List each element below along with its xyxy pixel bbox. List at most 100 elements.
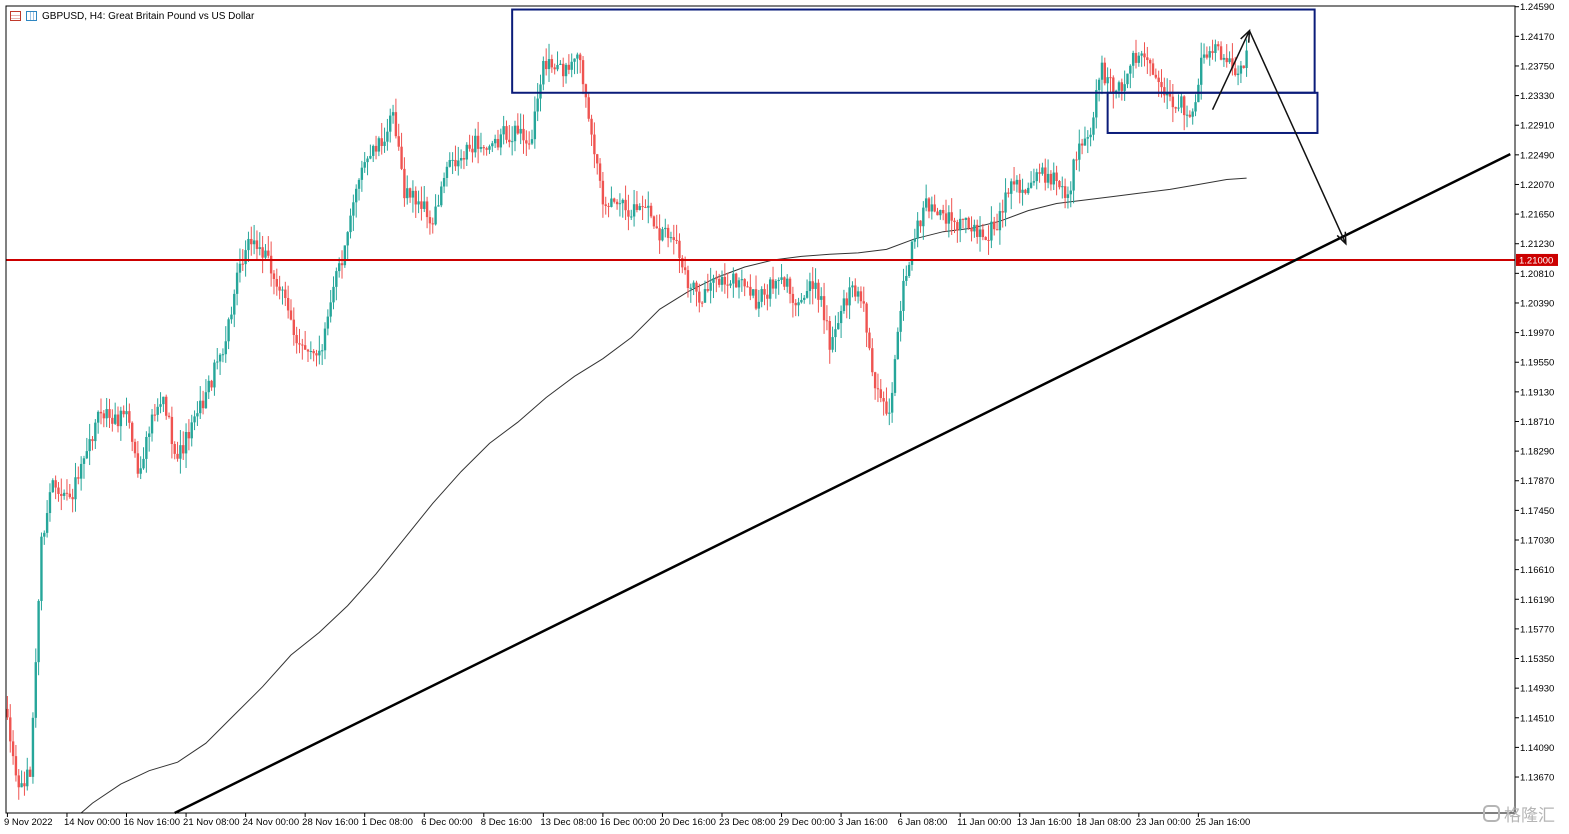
candle-body <box>196 413 199 417</box>
candle-body <box>411 190 415 198</box>
candle-body <box>445 166 449 178</box>
candle-body <box>408 188 412 198</box>
x-tick-label: 8 Dec 16:00 <box>481 817 532 828</box>
candle-body <box>326 316 330 329</box>
candle-body <box>295 334 298 344</box>
candle-body <box>1123 84 1126 91</box>
candle-body <box>230 314 233 320</box>
candle-body <box>281 289 284 291</box>
candle-body <box>261 247 264 258</box>
candle <box>734 272 738 288</box>
candle-body <box>77 477 80 479</box>
candle-body <box>1157 77 1160 83</box>
candle-body <box>754 289 758 309</box>
candle-body <box>1072 159 1075 191</box>
candle-body <box>303 345 307 350</box>
candle-body <box>1021 189 1024 193</box>
candle-body <box>233 293 236 315</box>
y-tick-label: 1.23330 <box>1520 91 1554 102</box>
candle-body <box>343 245 347 266</box>
candle-body <box>939 209 942 216</box>
candle-body <box>927 198 931 212</box>
candle-body <box>885 401 888 414</box>
candle-body <box>1174 107 1177 109</box>
candle-body <box>902 280 905 311</box>
candle-body <box>780 277 783 280</box>
candle-body <box>1018 179 1021 193</box>
candle-body <box>201 400 205 409</box>
candle-body <box>113 414 117 424</box>
candle-body <box>604 204 607 206</box>
candle-body <box>71 497 74 500</box>
candle-body <box>720 276 724 285</box>
candle-body <box>91 439 94 442</box>
candle-body <box>440 186 443 206</box>
y-tick-label: 1.17450 <box>1520 506 1554 517</box>
candle-body <box>45 513 49 533</box>
candle-body <box>669 237 673 239</box>
candle-body <box>391 112 395 116</box>
candle-body <box>1242 65 1245 68</box>
candle-body <box>241 263 244 265</box>
candle-body <box>139 468 142 474</box>
candle-body <box>615 201 619 205</box>
candle-body <box>247 238 250 251</box>
y-tick-label: 1.21230 <box>1520 239 1554 250</box>
candle-body <box>573 58 576 62</box>
chart-header: GBPUSD, H4: Great Britain Pound vs US Do… <box>10 9 254 23</box>
candle-body <box>873 372 877 389</box>
candle <box>896 327 900 360</box>
candle-body <box>1168 93 1172 97</box>
candle-body <box>777 279 780 281</box>
candle-body <box>964 217 968 220</box>
candle-body <box>851 285 854 288</box>
candle-body <box>199 400 202 414</box>
candle-body <box>264 250 267 258</box>
price-chart[interactable]: 1.24590 1.24170 1.23750 1.23330 1.22910 1.224… <box>0 0 1569 834</box>
candle-body <box>613 198 616 202</box>
y-tick-label: 1.14090 <box>1520 743 1554 754</box>
candle-body <box>1131 52 1135 66</box>
candle-body <box>783 277 786 287</box>
candle-body <box>876 388 880 390</box>
x-tick-label: 13 Jan 16:00 <box>1017 817 1072 828</box>
candle-body <box>1058 180 1061 188</box>
candle-body <box>372 145 375 156</box>
candle-body <box>803 297 806 300</box>
candle-body <box>252 240 256 245</box>
candle-body <box>213 362 216 388</box>
candle-body <box>950 212 953 221</box>
candle-body <box>593 134 596 155</box>
candle-body <box>116 414 120 427</box>
candle-body <box>584 84 588 98</box>
candle-body <box>1202 54 1206 58</box>
candle-body <box>768 279 772 299</box>
candle-body <box>598 163 602 181</box>
candle-body <box>737 280 741 288</box>
candle-body <box>1222 57 1226 60</box>
candle-body <box>482 147 486 149</box>
candle-body <box>587 97 590 119</box>
chart-list-icon[interactable] <box>10 11 21 21</box>
y-tick-label: 1.23750 <box>1520 61 1554 72</box>
candle-body <box>43 532 46 537</box>
candle-body <box>403 168 406 199</box>
candle-body <box>275 278 279 287</box>
candle-body <box>40 536 43 601</box>
y-tick-label: 1.16610 <box>1520 565 1554 576</box>
candle-body <box>800 299 803 303</box>
candle-body <box>703 289 707 303</box>
candle-body <box>491 143 494 147</box>
x-tick-label: 16 Nov 16:00 <box>124 817 181 828</box>
candle-body <box>1177 107 1180 109</box>
candle <box>967 216 970 230</box>
candle-body <box>519 128 522 134</box>
candle-body <box>661 229 664 241</box>
chart-grid-icon[interactable] <box>26 11 37 21</box>
candle-body <box>238 263 242 273</box>
candle <box>31 712 35 784</box>
candle-body <box>771 279 775 289</box>
candle-body <box>423 201 426 209</box>
candle-body <box>751 289 755 296</box>
candle-body <box>286 298 290 311</box>
